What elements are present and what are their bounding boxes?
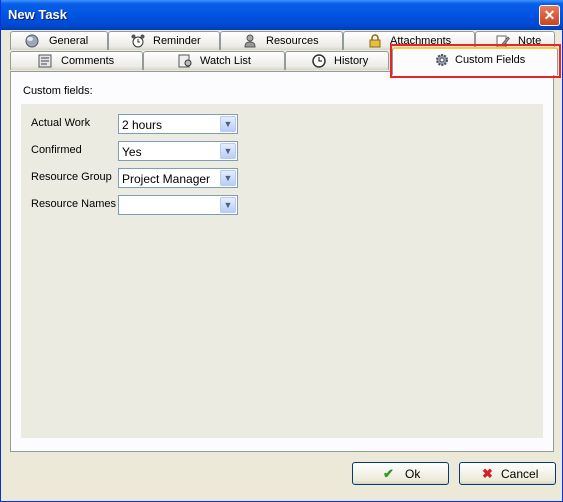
tab-comments[interactable]: Comments — [10, 51, 143, 70]
resource-group-combo[interactable]: Project Manager ▼ — [118, 168, 238, 188]
watch-list-icon — [178, 54, 192, 68]
combo-value: Yes — [122, 145, 142, 159]
confirmed-combo[interactable]: Yes ▼ — [118, 141, 238, 161]
field-label-resource-names: Resource Names — [31, 198, 116, 210]
chevron-down-icon[interactable]: ▼ — [220, 170, 236, 186]
history-icon — [312, 54, 326, 68]
comments-icon — [38, 54, 52, 68]
alarm-clock-icon — [131, 34, 145, 48]
person-icon — [244, 34, 256, 48]
close-button[interactable]: ✕ — [539, 5, 560, 26]
tab-label: Watch List — [200, 55, 251, 67]
custom-fields-caption: Custom fields: — [23, 85, 93, 97]
field-label-confirmed: Confirmed — [31, 144, 82, 156]
actual-work-combo[interactable]: 2 hours ▼ — [118, 114, 238, 134]
field-label-resource-group: Resource Group — [31, 171, 112, 183]
ok-label: Ok — [405, 467, 421, 481]
chevron-down-icon[interactable]: ▼ — [220, 197, 236, 213]
tab-label: Comments — [61, 55, 115, 67]
combo-value: 2 hours — [122, 118, 163, 132]
ok-button[interactable]: ✔ Ok — [352, 462, 449, 485]
padlock-icon — [369, 34, 381, 48]
globe-icon — [25, 34, 39, 48]
chevron-down-icon[interactable]: ▼ — [220, 116, 236, 132]
tab-watch-list[interactable]: Watch List — [143, 51, 285, 70]
tab-reminder[interactable]: Reminder — [108, 31, 220, 50]
tab-label: Resources — [266, 35, 319, 47]
cancel-button[interactable]: ✖ Cancel — [459, 462, 556, 485]
custom-fields-area — [21, 104, 543, 438]
tab-label: Reminder — [153, 35, 201, 47]
window-title: New Task — [8, 7, 68, 22]
tab-general[interactable]: General — [10, 31, 108, 50]
chevron-down-icon[interactable]: ▼ — [220, 143, 236, 159]
cancel-label: Cancel — [501, 467, 539, 481]
field-label-actual-work: Actual Work — [31, 117, 91, 129]
combo-value: Project Manager — [122, 172, 211, 186]
tab-label: History — [334, 55, 369, 67]
new-task-window: New Task ✕ General Reminder Resources At… — [0, 0, 563, 502]
check-icon: ✔ — [383, 466, 394, 481]
resource-names-combo[interactable]: ▼ — [118, 195, 238, 215]
x-icon: ✖ — [482, 466, 493, 481]
tab-history[interactable]: History — [285, 51, 389, 70]
highlight-box — [390, 44, 561, 78]
close-icon: ✕ — [543, 7, 556, 23]
title-bar[interactable]: New Task ✕ — [1, 0, 563, 30]
tab-label: General — [49, 35, 89, 47]
tab-resources[interactable]: Resources — [220, 31, 343, 50]
